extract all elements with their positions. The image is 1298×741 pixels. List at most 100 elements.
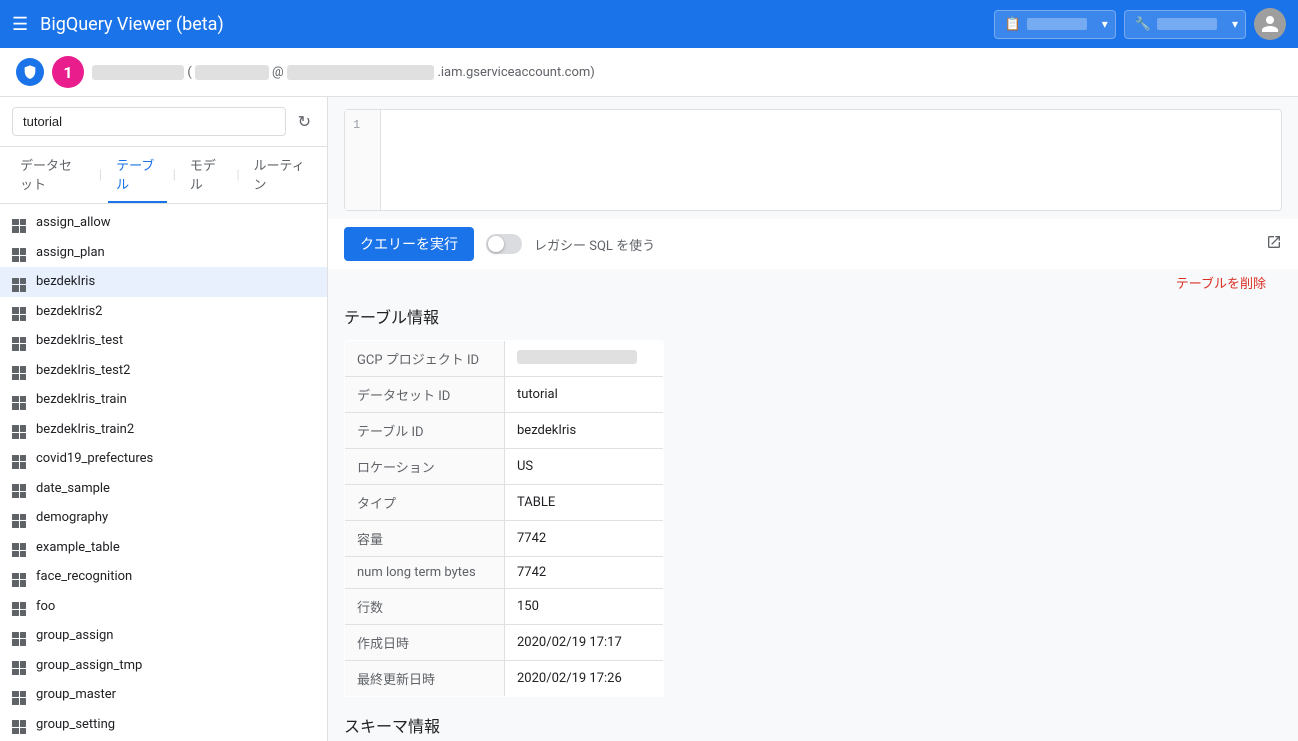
delete-table-button[interactable]: テーブルを削除: [1176, 269, 1282, 292]
table-row: 最終更新日時 2020/02/19 17:26: [345, 661, 664, 697]
item-label: bezdekIris_train2: [36, 422, 134, 437]
legacy-sql-toggle[interactable]: [486, 234, 522, 254]
tab-divider-3: |: [236, 168, 239, 183]
list-item[interactable]: group_master: [0, 680, 327, 710]
email-blurred-prefix: ██████████: [92, 65, 184, 80]
list-item[interactable]: date_sample: [0, 474, 327, 504]
content-inner: 1 クエリーを実行 レガシー SQL を使う テーブルを削除 テーブル情報: [328, 109, 1298, 741]
row-label: 作成日時: [345, 625, 505, 661]
table-grid-icon: [12, 302, 28, 322]
table-row: 作成日時 2020/02/19 17:17: [345, 625, 664, 661]
email-at: @: [272, 65, 287, 80]
tab-divider-1: |: [99, 168, 102, 183]
row-label: タイプ: [345, 485, 505, 521]
project-select[interactable]: tutorial: [12, 107, 286, 136]
email-blurred-user: ████████: [195, 65, 269, 80]
main-layout: tutorial ↻ データセット | テーブル | モデル | ルーティン a…: [0, 97, 1298, 741]
tab-model[interactable]: モデル: [182, 147, 230, 203]
list-item-selected[interactable]: bezdekIris: [0, 267, 327, 297]
item-label: demography: [36, 510, 108, 525]
list-item[interactable]: foo: [0, 592, 327, 622]
list-item[interactable]: demography: [0, 503, 327, 533]
table-grid-icon: [12, 685, 28, 705]
account-shield-icon: [16, 58, 44, 86]
row-label: データセット ID: [345, 377, 505, 413]
item-label: example_table: [36, 540, 120, 555]
app-title: BigQuery Viewer (beta): [40, 14, 981, 35]
query-toolbar: クエリーを実行 レガシー SQL を使う: [328, 219, 1298, 269]
table-grid-icon: [12, 420, 28, 440]
account-badge: 1: [52, 56, 84, 88]
item-label: face_recognition: [36, 569, 132, 584]
schema-title: スキーマ情報: [344, 713, 1282, 737]
delete-row: テーブルを削除: [344, 269, 1282, 296]
dropdown1-value: [1027, 18, 1087, 30]
list-item[interactable]: covid19_prefectures: [0, 444, 327, 474]
item-label: date_sample: [36, 481, 110, 496]
item-label: group_setting: [36, 717, 115, 732]
list-item[interactable]: bezdekIris_train2: [0, 415, 327, 445]
list-item[interactable]: bezdekIris_test: [0, 326, 327, 356]
header-dropdown2-wrapper: 🔧: [1124, 10, 1246, 39]
table-grid-icon: [12, 449, 28, 469]
sidebar-list: assign_allow assign_plan bezdekIris bezd…: [0, 204, 327, 741]
row-value: 2020/02/19 17:26: [505, 661, 664, 697]
row-label: num long term bytes: [345, 557, 505, 589]
tab-table[interactable]: テーブル: [108, 147, 167, 203]
table-icon-header: 📋: [1005, 17, 1021, 32]
list-item[interactable]: face_recognition: [0, 562, 327, 592]
row-label: GCP プロジェクト ID: [345, 341, 505, 377]
tab-routine[interactable]: ルーティン: [246, 147, 315, 203]
wrench-icon: 🔧: [1135, 17, 1151, 32]
table-grid-icon: [12, 272, 28, 292]
sidebar-header: tutorial ↻: [0, 97, 327, 147]
table-grid-icon: [12, 390, 28, 410]
legacy-sql-label: レガシー SQL を使う: [534, 235, 655, 254]
item-label: bezdekIris: [36, 274, 95, 289]
table-grid-icon: [12, 479, 28, 499]
list-item[interactable]: assign_plan: [0, 238, 327, 268]
header: ☰ BigQuery Viewer (beta) 📋 🔧: [0, 0, 1298, 48]
list-item[interactable]: assign_allow: [0, 208, 327, 238]
table-grid-icon: [12, 597, 28, 617]
table-grid-icon: [12, 715, 28, 735]
email-blurred-domain: ████████████████: [287, 65, 434, 80]
sidebar: tutorial ↻ データセット | テーブル | モデル | ルーティン a…: [0, 97, 328, 741]
table-row: 行数 150: [345, 589, 664, 625]
row-value: TABLE: [505, 485, 664, 521]
refresh-button[interactable]: ↻: [294, 108, 315, 136]
list-item[interactable]: group_assign_tmp: [0, 651, 327, 681]
menu-icon[interactable]: ☰: [12, 14, 28, 35]
table-section: テーブルを削除 テーブル情報 GCP プロジェクト ID データセット ID t…: [328, 269, 1298, 741]
tab-dataset[interactable]: データセット: [12, 147, 93, 203]
list-item[interactable]: bezdekIris2: [0, 297, 327, 327]
external-link-button[interactable]: [1266, 234, 1282, 255]
query-area: 1: [344, 109, 1282, 211]
item-label: bezdekIris_train: [36, 392, 127, 407]
list-item[interactable]: bezdekIris_test2: [0, 356, 327, 386]
content-area: 1 クエリーを実行 レガシー SQL を使う テーブルを削除 テーブル情報: [328, 97, 1298, 741]
list-item[interactable]: group_setting: [0, 710, 327, 740]
table-grid-icon: [12, 361, 28, 381]
item-label: assign_allow: [36, 215, 111, 230]
query-editor[interactable]: [381, 110, 1281, 210]
email-suffix: .iam.gserviceaccount.com): [437, 65, 594, 80]
list-item[interactable]: group_assign: [0, 621, 327, 651]
row-value: 150: [505, 589, 664, 625]
header-dropdown1[interactable]: 📋: [994, 10, 1116, 39]
user-avatar[interactable]: [1254, 8, 1286, 40]
list-item[interactable]: example_table: [0, 533, 327, 563]
table-grid-icon: [12, 213, 28, 233]
table-row: タイプ TABLE: [345, 485, 664, 521]
row-label: 行数: [345, 589, 505, 625]
item-label: foo: [36, 599, 55, 614]
table-row: num long term bytes 7742: [345, 557, 664, 589]
list-item[interactable]: bezdekIris_train: [0, 385, 327, 415]
row-value: US: [505, 449, 664, 485]
row-value: tutorial: [505, 377, 664, 413]
run-query-button[interactable]: クエリーを実行: [344, 227, 474, 261]
table-row: データセット ID tutorial: [345, 377, 664, 413]
row-label: テーブル ID: [345, 413, 505, 449]
header-dropdown2[interactable]: 🔧: [1124, 10, 1246, 39]
account-bar: 1 ██████████ ( ████████ @ ██████████████…: [0, 48, 1298, 97]
